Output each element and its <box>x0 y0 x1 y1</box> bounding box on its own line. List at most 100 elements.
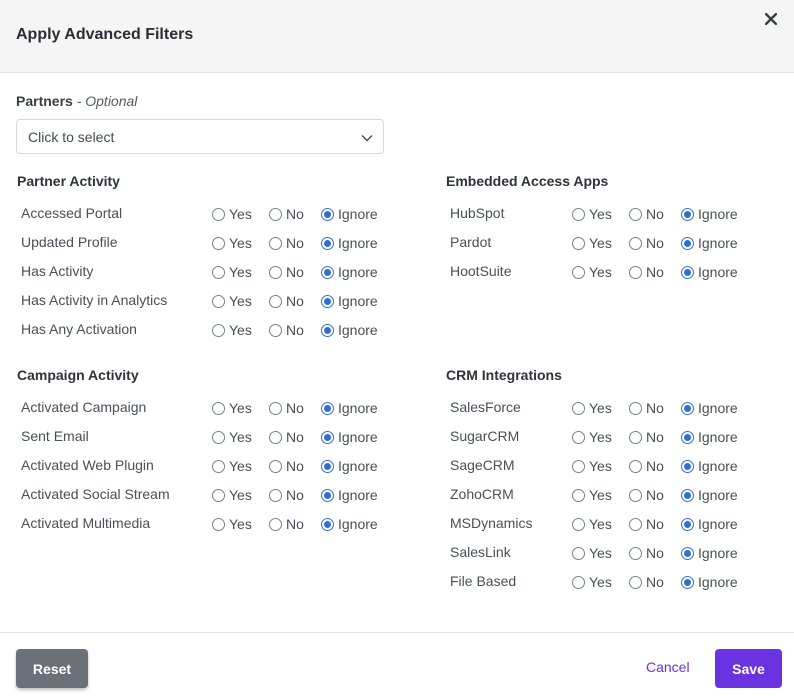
radio-checked-icon[interactable] <box>681 575 694 589</box>
radio-option-no[interactable]: No <box>269 262 304 282</box>
radio-option-ignore[interactable]: Ignore <box>321 427 378 447</box>
radio-unchecked-icon[interactable] <box>269 430 282 444</box>
partners-select[interactable]: Click to select <box>16 119 384 154</box>
radio-checked-icon[interactable] <box>321 401 334 415</box>
radio-option-no[interactable]: No <box>629 398 664 418</box>
radio-unchecked-icon[interactable] <box>269 265 282 279</box>
radio-checked-icon[interactable] <box>321 430 334 444</box>
radio-option-ignore[interactable]: Ignore <box>681 456 738 476</box>
radio-option-no[interactable]: No <box>629 262 664 282</box>
radio-unchecked-icon[interactable] <box>572 488 585 502</box>
radio-checked-icon[interactable] <box>681 207 694 221</box>
reset-button[interactable]: Reset <box>16 649 88 688</box>
radio-option-ignore[interactable]: Ignore <box>321 291 378 311</box>
radio-option-ignore[interactable]: Ignore <box>681 543 738 563</box>
radio-checked-icon[interactable] <box>681 401 694 415</box>
radio-option-yes[interactable]: Yes <box>212 427 252 447</box>
radio-checked-icon[interactable] <box>321 323 334 337</box>
radio-option-yes[interactable]: Yes <box>212 456 252 476</box>
radio-checked-icon[interactable] <box>681 265 694 279</box>
radio-option-yes[interactable]: Yes <box>572 427 612 447</box>
radio-option-no[interactable]: No <box>629 204 664 224</box>
radio-option-yes[interactable]: Yes <box>212 291 252 311</box>
radio-unchecked-icon[interactable] <box>572 401 585 415</box>
radio-unchecked-icon[interactable] <box>572 546 585 560</box>
radio-option-yes[interactable]: Yes <box>572 514 612 534</box>
radio-option-ignore[interactable]: Ignore <box>681 233 738 253</box>
radio-option-ignore[interactable]: Ignore <box>321 514 378 534</box>
radio-unchecked-icon[interactable] <box>269 294 282 308</box>
radio-unchecked-icon[interactable] <box>629 401 642 415</box>
radio-option-no[interactable]: No <box>629 514 664 534</box>
radio-option-yes[interactable]: Yes <box>572 485 612 505</box>
radio-checked-icon[interactable] <box>321 236 334 250</box>
radio-option-no[interactable]: No <box>269 398 304 418</box>
radio-option-no[interactable]: No <box>269 514 304 534</box>
radio-option-no[interactable]: No <box>629 485 664 505</box>
radio-option-yes[interactable]: Yes <box>212 320 252 340</box>
radio-option-ignore[interactable]: Ignore <box>321 204 378 224</box>
radio-unchecked-icon[interactable] <box>629 546 642 560</box>
radio-unchecked-icon[interactable] <box>269 459 282 473</box>
radio-option-ignore[interactable]: Ignore <box>681 514 738 534</box>
radio-unchecked-icon[interactable] <box>212 294 225 308</box>
radio-option-ignore[interactable]: Ignore <box>681 262 738 282</box>
radio-option-ignore[interactable]: Ignore <box>681 398 738 418</box>
radio-unchecked-icon[interactable] <box>212 265 225 279</box>
radio-unchecked-icon[interactable] <box>212 401 225 415</box>
close-icon[interactable] <box>762 10 780 28</box>
radio-unchecked-icon[interactable] <box>212 323 225 337</box>
radio-option-yes[interactable]: Yes <box>212 233 252 253</box>
radio-option-ignore[interactable]: Ignore <box>321 485 378 505</box>
radio-option-yes[interactable]: Yes <box>572 398 612 418</box>
radio-option-no[interactable]: No <box>269 485 304 505</box>
radio-option-yes[interactable]: Yes <box>212 204 252 224</box>
radio-option-yes[interactable]: Yes <box>572 262 612 282</box>
radio-option-yes[interactable]: Yes <box>212 262 252 282</box>
radio-checked-icon[interactable] <box>681 517 694 531</box>
save-button[interactable]: Save <box>715 649 782 688</box>
radio-option-yes[interactable]: Yes <box>572 572 612 592</box>
radio-option-no[interactable]: No <box>629 427 664 447</box>
radio-unchecked-icon[interactable] <box>629 236 642 250</box>
radio-unchecked-icon[interactable] <box>269 517 282 531</box>
radio-unchecked-icon[interactable] <box>269 207 282 221</box>
radio-unchecked-icon[interactable] <box>572 430 585 444</box>
radio-option-yes[interactable]: Yes <box>212 398 252 418</box>
radio-option-yes[interactable]: Yes <box>572 543 612 563</box>
radio-unchecked-icon[interactable] <box>629 207 642 221</box>
radio-option-no[interactable]: No <box>269 291 304 311</box>
radio-checked-icon[interactable] <box>321 459 334 473</box>
radio-unchecked-icon[interactable] <box>629 488 642 502</box>
radio-option-no[interactable]: No <box>629 543 664 563</box>
radio-unchecked-icon[interactable] <box>212 430 225 444</box>
radio-option-no[interactable]: No <box>629 456 664 476</box>
radio-checked-icon[interactable] <box>321 517 334 531</box>
radio-option-ignore[interactable]: Ignore <box>321 233 378 253</box>
radio-option-ignore[interactable]: Ignore <box>681 485 738 505</box>
radio-option-yes[interactable]: Yes <box>572 456 612 476</box>
radio-unchecked-icon[interactable] <box>212 236 225 250</box>
radio-option-ignore[interactable]: Ignore <box>681 427 738 447</box>
radio-unchecked-icon[interactable] <box>572 236 585 250</box>
radio-option-no[interactable]: No <box>629 572 664 592</box>
radio-option-no[interactable]: No <box>269 320 304 340</box>
radio-unchecked-icon[interactable] <box>572 265 585 279</box>
radio-unchecked-icon[interactable] <box>629 430 642 444</box>
radio-option-ignore[interactable]: Ignore <box>321 398 378 418</box>
radio-unchecked-icon[interactable] <box>629 459 642 473</box>
radio-unchecked-icon[interactable] <box>629 575 642 589</box>
radio-checked-icon[interactable] <box>321 207 334 221</box>
radio-option-yes[interactable]: Yes <box>212 485 252 505</box>
radio-checked-icon[interactable] <box>681 488 694 502</box>
radio-option-no[interactable]: No <box>629 233 664 253</box>
radio-unchecked-icon[interactable] <box>572 207 585 221</box>
radio-option-ignore[interactable]: Ignore <box>681 204 738 224</box>
radio-checked-icon[interactable] <box>681 430 694 444</box>
radio-checked-icon[interactable] <box>681 459 694 473</box>
radio-option-yes[interactable]: Yes <box>572 204 612 224</box>
radio-unchecked-icon[interactable] <box>269 401 282 415</box>
cancel-button[interactable]: Cancel <box>646 659 690 675</box>
radio-unchecked-icon[interactable] <box>269 488 282 502</box>
radio-option-yes[interactable]: Yes <box>212 514 252 534</box>
